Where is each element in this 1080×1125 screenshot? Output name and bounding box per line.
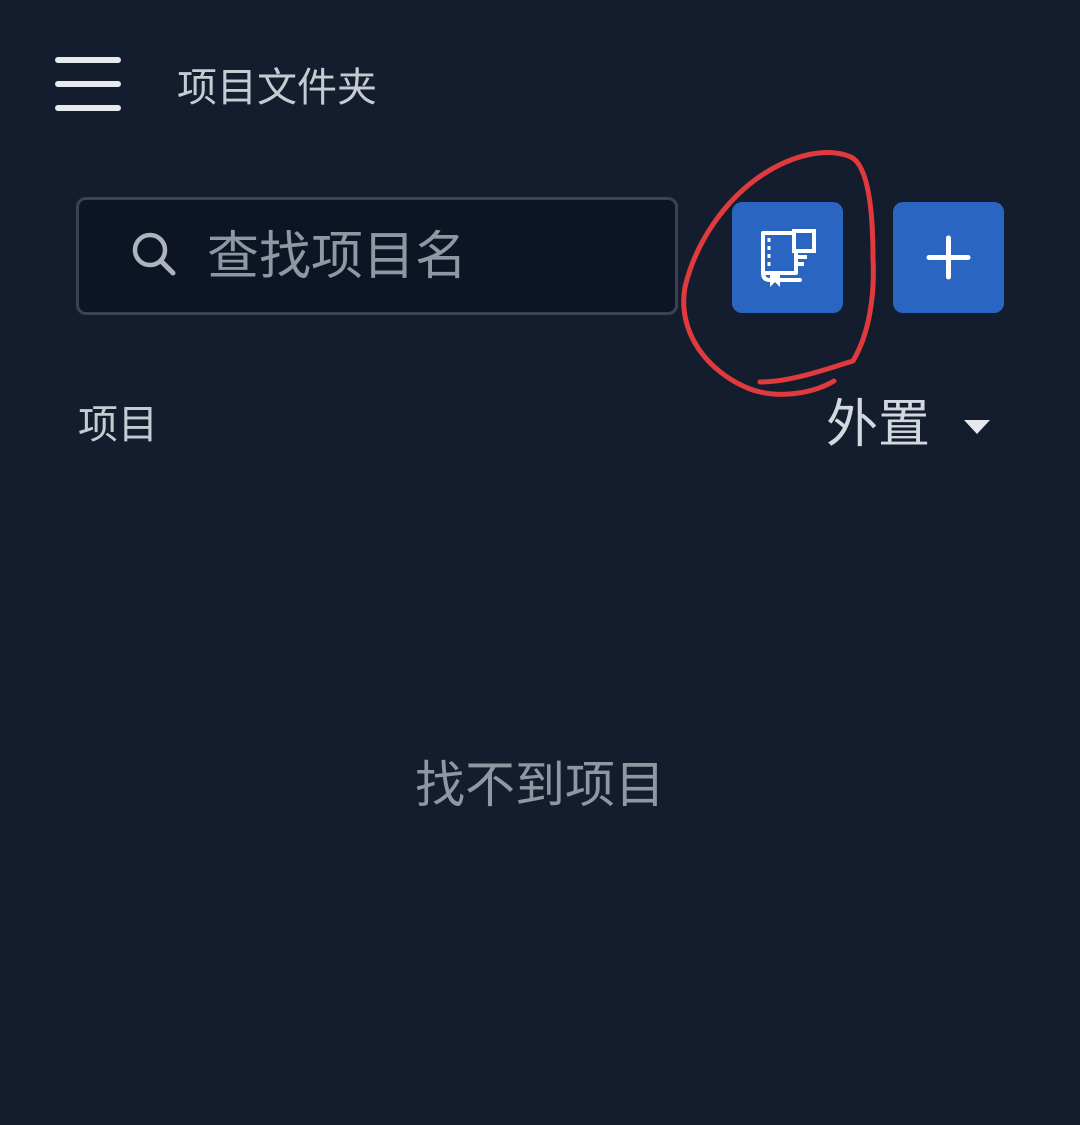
hamburger-menu-button[interactable] xyxy=(54,56,122,114)
hamburger-menu-icon xyxy=(55,57,121,111)
search-box[interactable] xyxy=(76,197,678,315)
projects-section-label: 项目 xyxy=(78,402,158,448)
caret-down-icon xyxy=(964,420,990,434)
search-input[interactable] xyxy=(207,222,647,292)
add-project-button[interactable] xyxy=(893,202,1004,313)
page-title: 项目文件夹 xyxy=(177,65,377,111)
plus-icon xyxy=(926,235,971,280)
sort-value: 外置 xyxy=(826,395,931,455)
empty-state-message: 找不到项目 xyxy=(415,756,665,814)
template-button[interactable] xyxy=(732,202,843,313)
sort-dropdown[interactable]: 外置 xyxy=(826,392,996,458)
template-book-icon xyxy=(761,229,816,287)
search-icon xyxy=(132,232,176,276)
